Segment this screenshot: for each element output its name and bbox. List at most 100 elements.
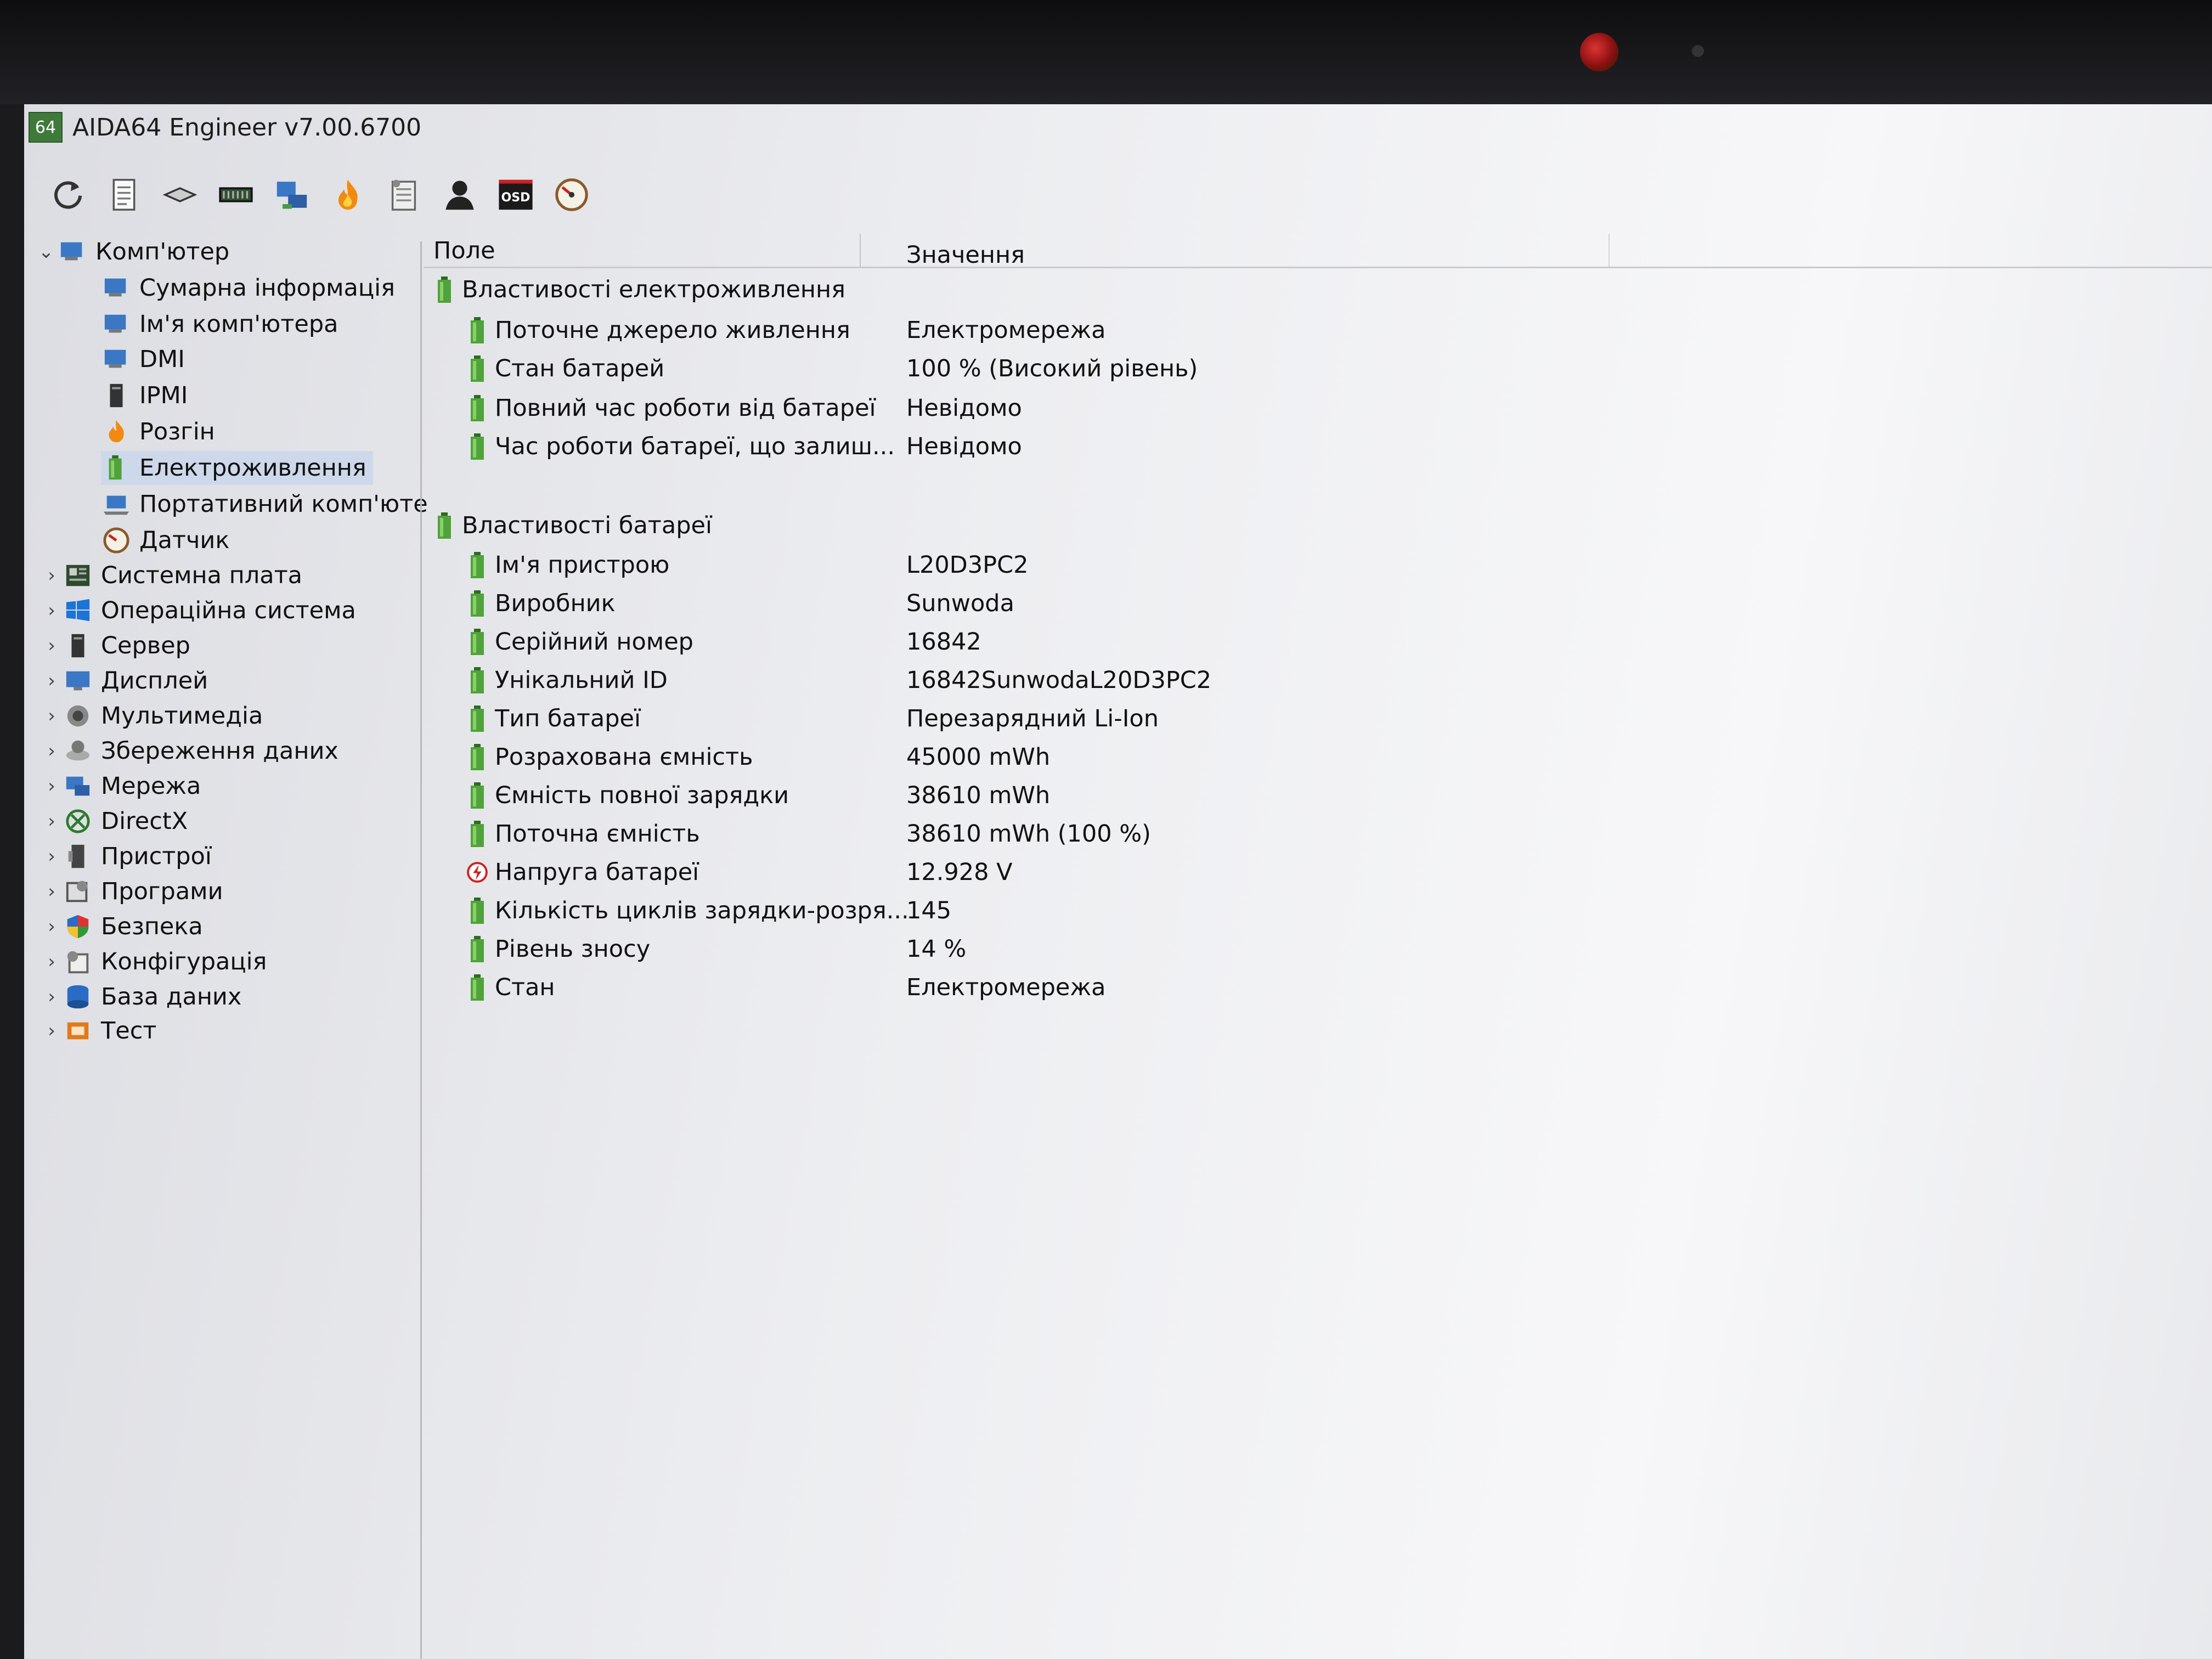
chevron-right-icon[interactable]: › xyxy=(41,1020,63,1042)
tree-item-portable[interactable]: Портативний комп'юте xyxy=(101,487,428,521)
list-row[interactable]: Тип батареї Перезарядний Li-Ion xyxy=(424,701,2212,736)
tree-item-security[interactable]: › Безпека xyxy=(41,910,203,944)
list-row[interactable]: Стан Електромережа xyxy=(424,970,2212,1005)
tree-item-computer[interactable]: ⌄ Комп'ютер xyxy=(35,235,229,269)
toolbar: OSD xyxy=(24,165,590,225)
config-icon xyxy=(63,947,93,976)
battery-icon xyxy=(466,316,488,345)
chevron-right-icon[interactable]: › xyxy=(41,951,63,973)
battery-icon xyxy=(466,354,488,383)
chevron-down-icon[interactable]: ⌄ xyxy=(35,241,57,263)
list-row[interactable]: Напруга батареї 12.928 V xyxy=(424,855,2212,890)
chevron-right-icon[interactable]: › xyxy=(41,986,63,1008)
tree-item-dmi[interactable]: DMI xyxy=(101,342,185,376)
chevron-right-icon[interactable]: › xyxy=(41,600,63,622)
chevron-right-icon[interactable]: › xyxy=(41,740,63,762)
list-row[interactable]: Стан батарей 100 % (Високий рівень) xyxy=(424,351,2212,386)
battery-icon xyxy=(466,704,488,733)
list-row[interactable]: Виробник Sunwoda xyxy=(424,586,2212,621)
windows-icon xyxy=(63,596,93,625)
tree-item-label: Портативний комп'юте xyxy=(139,490,428,518)
field-label: Розрахована ємність xyxy=(495,743,753,771)
tree-item-label: Мережа xyxy=(101,772,201,800)
list-row[interactable]: Повний час роботи від батареї Невідомо xyxy=(424,391,2212,426)
chevron-right-icon[interactable]: › xyxy=(41,845,63,867)
tree-item-display[interactable]: › Дисплей xyxy=(41,664,208,698)
list-row[interactable]: Розрахована ємність 45000 mWh xyxy=(424,740,2212,775)
tree-item-label: DMI xyxy=(139,346,185,373)
tree-item-programs[interactable]: › Програми xyxy=(41,874,223,909)
tree-item-label: Тест xyxy=(101,1017,157,1045)
field-value: 12.928 V xyxy=(906,859,1013,886)
tree-item-storage[interactable]: › Збереження даних xyxy=(41,734,338,768)
tree-item-database[interactable]: › База даних xyxy=(41,980,241,1014)
list-row[interactable]: Час роботи батареї, що залиш... Невідомо xyxy=(424,429,2212,464)
memory-icon[interactable] xyxy=(217,176,255,213)
list-row[interactable]: Серійний номер 16842 xyxy=(424,624,2212,659)
group-header-power[interactable]: Властивості електроживлення xyxy=(424,272,2212,307)
tree-item-server[interactable]: › Сервер xyxy=(41,629,190,663)
chevron-right-icon[interactable]: › xyxy=(41,670,63,692)
list-row[interactable]: Ємність повної зарядки 38610 mWh xyxy=(424,778,2212,813)
chevron-right-icon[interactable]: › xyxy=(41,916,63,938)
list-row[interactable]: Поточне джерело живлення Електромережа xyxy=(424,313,2212,348)
tree-item-overclock[interactable]: Розгін xyxy=(101,415,215,449)
pane-divider[interactable] xyxy=(420,241,422,1659)
tree-item-label: База даних xyxy=(101,983,242,1011)
column-divider[interactable] xyxy=(1609,234,1610,267)
field-value: Невідомо xyxy=(906,394,1022,422)
chevron-right-icon[interactable]: › xyxy=(41,565,63,586)
group-label: Властивості батареї xyxy=(462,512,712,539)
tree-item-directx[interactable]: › DirectX xyxy=(41,804,188,838)
tree-item-config[interactable]: › Конфігурація xyxy=(41,945,267,979)
list-row[interactable]: Рівень зносу 14 % xyxy=(424,932,2212,967)
battery-icon xyxy=(101,454,132,482)
list-row[interactable]: Поточна ємність 38610 mWh (100 %) xyxy=(424,816,2212,851)
battery-icon xyxy=(433,511,455,540)
chevron-right-icon[interactable]: › xyxy=(41,881,63,902)
report-icon[interactable] xyxy=(105,176,143,213)
storage-icon[interactable] xyxy=(161,176,199,213)
list-row[interactable]: Кількість циклів зарядки-розря... 145 xyxy=(424,893,2212,928)
tree-item-power-selected[interactable]: Електроживлення xyxy=(101,451,373,485)
column-header-field[interactable]: Поле xyxy=(433,237,495,264)
field-value: Sunwoda xyxy=(906,590,1014,617)
tree-item-computer-name[interactable]: Ім'я комп'ютера xyxy=(101,307,338,341)
chevron-right-icon[interactable]: › xyxy=(41,635,63,657)
list-row[interactable]: Ім'я пристрою L20D3PC2 xyxy=(424,548,2212,583)
field-label: Ємність повної зарядки xyxy=(495,782,789,809)
tree-item-ipmi[interactable]: IPMI xyxy=(101,379,188,413)
column-header-value[interactable]: Значення xyxy=(906,241,1025,269)
field-value: Електромережа xyxy=(906,317,1106,344)
user-icon[interactable] xyxy=(441,176,478,213)
network-icon[interactable] xyxy=(273,176,311,213)
tree-item-test[interactable]: › Тест xyxy=(41,1014,156,1048)
server-tower-icon xyxy=(101,381,132,410)
column-divider[interactable] xyxy=(860,234,861,267)
battery-icon xyxy=(466,973,488,1002)
battery-icon xyxy=(466,551,488,579)
burn-in-icon[interactable] xyxy=(329,176,366,213)
server-icon xyxy=(63,631,93,660)
tree-item-summary[interactable]: Сумарна інформація xyxy=(101,271,395,305)
list-row[interactable]: Унікальний ID 16842SunwodaL20D3PC2 xyxy=(424,663,2212,698)
tree-item-os[interactable]: › Операційна система xyxy=(41,594,356,628)
group-header-battery[interactable]: Властивості батареї xyxy=(424,508,2212,543)
display-icon xyxy=(63,667,93,695)
tree-item-sensor[interactable]: Датчик xyxy=(101,523,229,557)
benchmark-icon[interactable] xyxy=(385,176,422,213)
tree-item-multimedia[interactable]: › Мультимедіа xyxy=(41,699,263,733)
chevron-right-icon[interactable]: › xyxy=(41,810,63,832)
osd-icon[interactable]: OSD xyxy=(497,176,534,213)
tree-item-network[interactable]: › Мережа xyxy=(41,769,201,803)
refresh-icon[interactable] xyxy=(49,176,87,213)
tree-item-label: DirectX xyxy=(101,808,188,835)
sensor-icon[interactable] xyxy=(553,176,590,213)
speaker-icon xyxy=(63,702,93,730)
tree-item-devices[interactable]: › Пристрої xyxy=(41,839,212,873)
tree-item-motherboard[interactable]: › Системна плата xyxy=(41,558,302,592)
field-value: 38610 mWh xyxy=(906,782,1051,809)
chevron-right-icon[interactable]: › xyxy=(41,705,63,727)
field-label: Серійний номер xyxy=(495,628,693,656)
chevron-right-icon[interactable]: › xyxy=(41,775,63,797)
